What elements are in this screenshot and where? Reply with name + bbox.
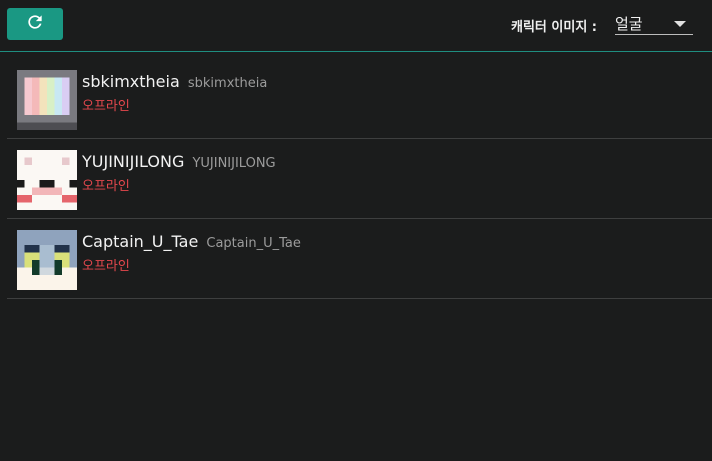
friend-handle: Captain_U_Tae bbox=[206, 236, 301, 251]
friend-handle: sbkimxtheia bbox=[187, 76, 268, 91]
friend-row[interactable]: sbkimxtheia sbkimxtheia 오프라인 bbox=[7, 59, 712, 139]
friend-row[interactable]: Captain_U_Tae Captain_U_Tae 오프라인 bbox=[7, 219, 712, 299]
avatar bbox=[17, 150, 77, 210]
friend-list: sbkimxtheia sbkimxtheia 오프라인 YUJINIJILON… bbox=[7, 59, 712, 299]
friend-row[interactable]: YUJINIJILONG YUJINIJILONG 오프라인 bbox=[7, 139, 712, 219]
refresh-icon bbox=[25, 12, 45, 36]
status-text: 오프라인 bbox=[82, 99, 130, 114]
status-text: 오프라인 bbox=[82, 179, 130, 194]
toolbar: 캐릭터 이미지 : 얼굴 bbox=[0, 0, 712, 52]
avatar bbox=[17, 230, 77, 290]
friend-name: YUJINIJILONG bbox=[82, 152, 185, 171]
character-image-label: 캐릭터 이미지 : bbox=[511, 20, 598, 35]
friend-handle: YUJINIJILONG bbox=[192, 156, 276, 171]
refresh-button[interactable] bbox=[7, 8, 63, 40]
character-image-select[interactable]: 얼굴 bbox=[615, 12, 693, 35]
avatar bbox=[17, 70, 77, 130]
chevron-down-icon bbox=[674, 21, 686, 27]
status-text: 오프라인 bbox=[82, 259, 130, 274]
friend-name: Captain_U_Tae bbox=[82, 232, 199, 251]
character-image-select-value: 얼굴 bbox=[615, 15, 643, 33]
friend-name: sbkimxtheia bbox=[82, 72, 180, 91]
